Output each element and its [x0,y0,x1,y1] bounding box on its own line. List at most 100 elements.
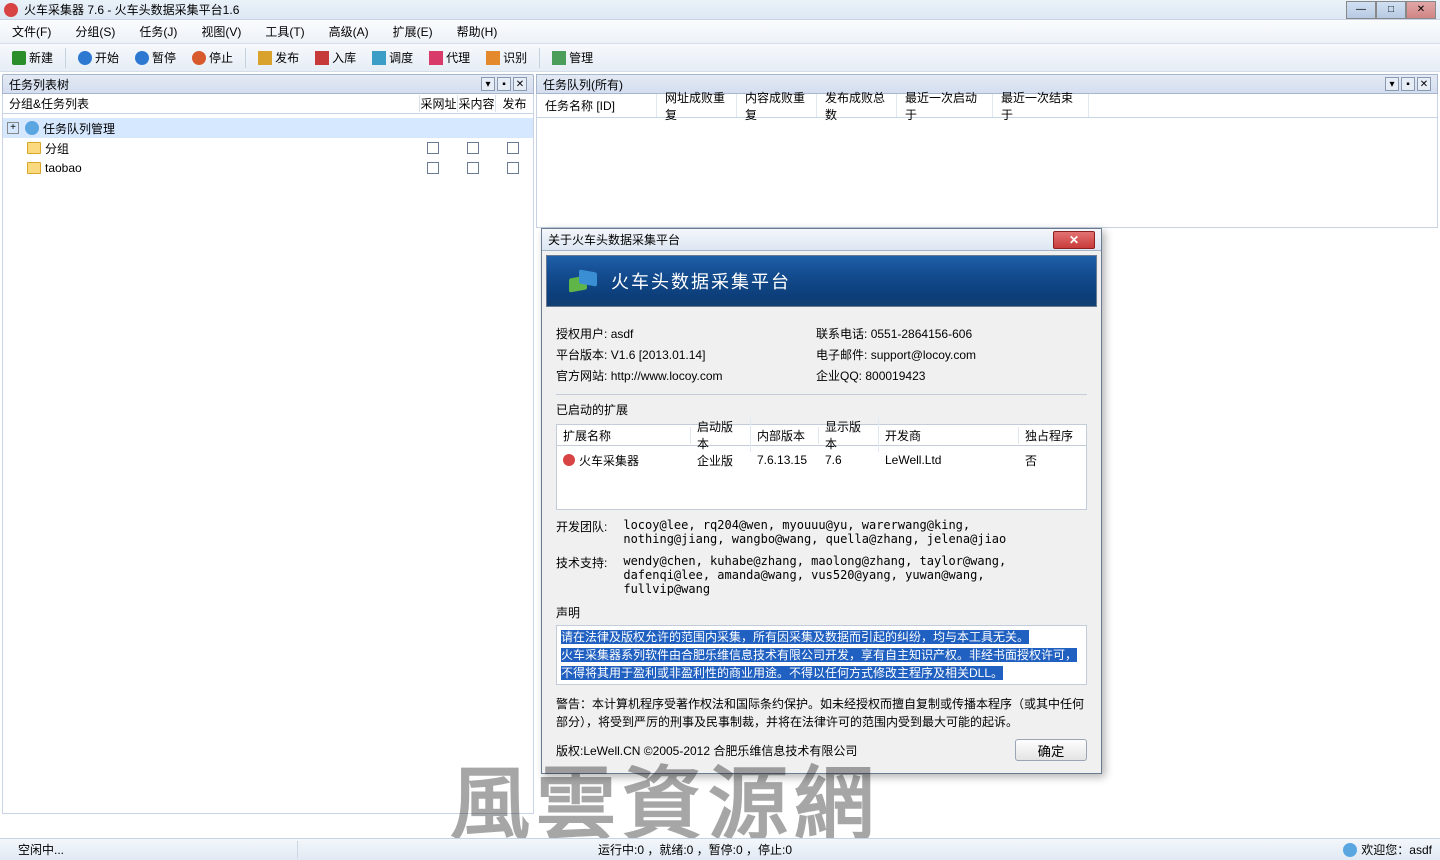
qcol-content[interactable]: 内容成败重复 [737,94,817,117]
schedule-icon [372,51,386,65]
window-close-button[interactable]: ✕ [1406,1,1436,19]
tree-area: + 任务队列管理 分组 taobao [2,114,534,814]
tree-item-group[interactable]: 分组 [3,138,533,158]
copyright-text: 版权:LeWell.CN ©2005-2012 合肥乐维信息技术有限公司 [556,742,857,759]
checkbox-publish[interactable] [507,162,519,174]
window-titlebar: 火车采集器 7.6 - 火车头数据采集平台1.6 — □ ✕ [0,0,1440,20]
qq-value: 800019423 [865,369,925,383]
manage-icon [552,51,566,65]
qcol-end[interactable]: 最近一次结束于 [993,94,1089,117]
window-title: 火车采集器 7.6 - 火车头数据采集平台1.6 [24,1,239,18]
extcol-internal[interactable]: 内部版本 [751,427,819,444]
gear-icon [25,121,39,135]
extcol-name[interactable]: 扩展名称 [557,427,691,444]
checkbox-content[interactable] [467,142,479,154]
maximize-button[interactable]: □ [1376,1,1406,19]
pane-close-icon[interactable]: ✕ [1417,77,1431,91]
identify-button[interactable]: 识别 [480,47,533,68]
ext-table-body: 火车采集器 企业版 7.6.13.15 7.6 LeWell.Ltd 否 [556,446,1087,510]
app-icon [4,3,18,17]
checkbox-url[interactable] [427,162,439,174]
menu-view[interactable]: 视图(V) [195,21,247,42]
stop-icon [192,51,206,65]
qcol-name[interactable]: 任务名称 [ID] [537,94,657,117]
pane-dropdown-icon[interactable]: ▾ [481,77,495,91]
banner-logo-icon [563,267,599,295]
user-label: 授权用户: [556,325,607,342]
qcol-start[interactable]: 最近一次启动于 [897,94,993,117]
menu-advanced[interactable]: 高级(A) [323,21,375,42]
qq-label: 企业QQ: [816,367,862,384]
email-value: support@locoy.com [871,348,976,362]
extcol-display[interactable]: 显示版本 [819,418,879,452]
play-icon [78,51,92,65]
pause-button[interactable]: 暂停 [129,47,182,68]
site-value[interactable]: http://www.locoy.com [611,369,723,383]
checkbox-content[interactable] [467,162,479,174]
new-button[interactable]: 新建 [6,47,59,68]
menu-extend[interactable]: 扩展(E) [387,21,439,42]
col-url[interactable]: 采网址 [419,95,457,112]
legal-line1: 请在法律及版权允许的范围内采集，所有因采集及数据而引起的纠纷，均与本工具无关。 [561,630,1029,644]
user-icon [1343,843,1357,857]
proxy-button[interactable]: 代理 [423,47,476,68]
col-content[interactable]: 采内容 [457,95,495,112]
legal-line2: 火车采集器系列软件由合肥乐维信息技术有限公司开发，享有自主知识产权。非经书面授权… [561,648,1077,680]
tree-root-row[interactable]: + 任务队列管理 [3,118,533,138]
ext-row[interactable]: 火车采集器 企业版 7.6.13.15 7.6 LeWell.Ltd 否 [557,450,1086,470]
queue-title: 任务队列(所有) [543,76,623,93]
col-publish[interactable]: 发布 [495,95,533,112]
expand-icon[interactable]: + [7,122,19,134]
task-tree-title: 任务列表树 [9,76,69,93]
site-label: 官方网站: [556,367,607,384]
about-dialog: 关于火车头数据采集平台 ✕ 火车头数据采集平台 授权用户: asdf 联系电话:… [541,228,1102,774]
dev-team-label: 开发团队: [556,518,620,535]
publish-icon [258,51,272,65]
menu-task[interactable]: 任务(J) [133,21,183,42]
status-welcome: 欢迎您：asdf [1361,841,1432,858]
folder-icon [27,162,41,174]
menu-file[interactable]: 文件(F) [6,21,57,42]
start-button[interactable]: 开始 [72,47,125,68]
dialog-title: 关于火车头数据采集平台 [548,231,680,248]
support-value: wendy@chen, kuhabe@zhang, maolong@zhang,… [623,554,1073,596]
plus-icon [12,51,26,65]
ext-app-icon [563,454,575,466]
tree-root-label: 任务队列管理 [43,120,115,137]
tree-tab[interactable]: 分组&任务列表 [3,95,419,112]
menu-bar: 文件(F) 分组(S) 任务(J) 视图(V) 工具(T) 高级(A) 扩展(E… [0,20,1440,44]
store-button[interactable]: 入库 [309,47,362,68]
checkbox-publish[interactable] [507,142,519,154]
tree-item-label: taobao [45,161,82,175]
dialog-close-button[interactable]: ✕ [1053,231,1095,249]
pane-dropdown-icon[interactable]: ▾ [1385,77,1399,91]
extcol-dev[interactable]: 开发商 [879,427,1019,444]
task-tree-panel: 任务列表树 ▾▪✕ 分组&任务列表 采网址 采内容 发布 + 任务队列管理 分组… [2,74,534,814]
queue-columns: 任务名称 [ID] 网址成败重复 内容成败重复 发布成败总数 最近一次启动于 最… [536,94,1438,118]
publish-button[interactable]: 发布 [252,47,305,68]
ok-button[interactable]: 确定 [1015,739,1087,761]
checkbox-url[interactable] [427,142,439,154]
pane-pin-icon[interactable]: ▪ [1401,77,1415,91]
ver-value: V1.6 [2013.01.14] [611,348,706,362]
menu-tools[interactable]: 工具(T) [259,21,310,42]
menu-group[interactable]: 分组(S) [69,21,121,42]
ext-table-header: 扩展名称 启动版本 内部版本 显示版本 开发商 独占程序 [556,424,1087,446]
email-label: 电子邮件: [816,346,867,363]
pane-pin-icon[interactable]: ▪ [497,77,511,91]
task-tree-header: 任务列表树 ▾▪✕ [2,74,534,94]
statement-label: 声明 [556,604,1087,621]
schedule-button[interactable]: 调度 [366,47,419,68]
qcol-url[interactable]: 网址成败重复 [657,94,737,117]
minimize-button[interactable]: — [1346,1,1376,19]
tree-item-taobao[interactable]: taobao [3,158,533,178]
qcol-publish[interactable]: 发布成败总数 [817,94,897,117]
extcol-excl[interactable]: 独占程序 [1019,427,1086,444]
stop-button[interactable]: 停止 [186,47,239,68]
menu-help[interactable]: 帮助(H) [451,21,504,42]
dialog-titlebar[interactable]: 关于火车头数据采集平台 ✕ [542,229,1101,251]
manage-button[interactable]: 管理 [546,47,599,68]
pane-close-icon[interactable]: ✕ [513,77,527,91]
extcol-launch[interactable]: 启动版本 [691,418,751,452]
legal-textbox[interactable]: 请在法律及版权允许的范围内采集，所有因采集及数据而引起的纠纷，均与本工具无关。 … [556,625,1087,685]
